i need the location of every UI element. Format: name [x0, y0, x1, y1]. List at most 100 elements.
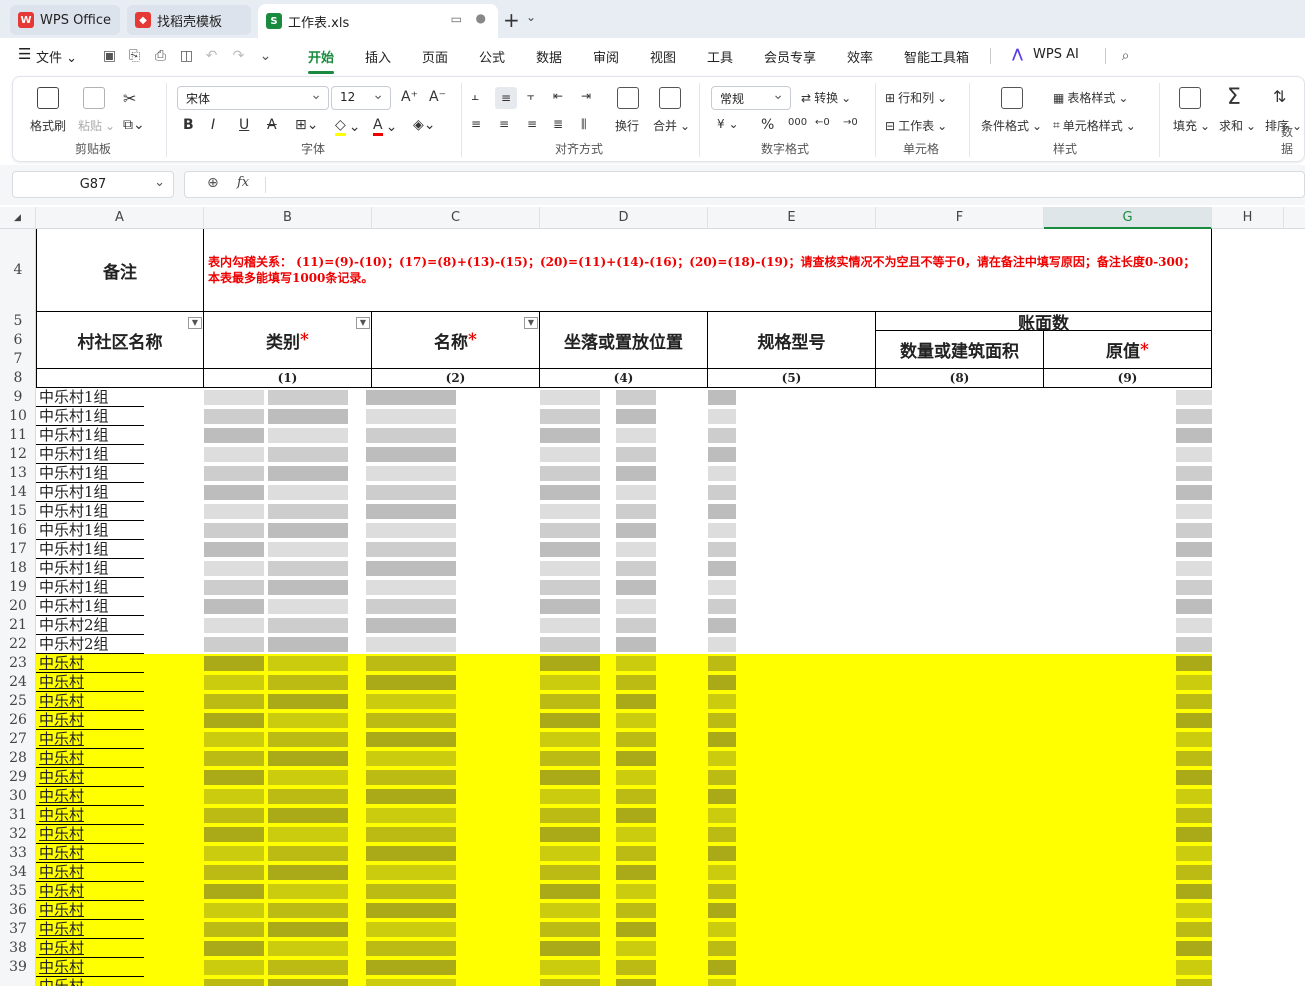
village-cell[interactable]: 中乐村 — [36, 692, 144, 711]
row-header-20[interactable]: 20 — [0, 597, 36, 616]
align-center-icon[interactable]: ≡ — [499, 117, 509, 131]
format-painter-icon[interactable] — [37, 87, 59, 109]
print-icon[interactable]: ⎙ — [152, 47, 169, 64]
tab-docer[interactable]: ◆ 找稻壳模板 — [127, 5, 251, 35]
name-box[interactable]: G87 ⌄ — [12, 171, 174, 198]
fill-button[interactable]: 填充 ⌄ — [1173, 117, 1210, 134]
row-header-39[interactable]: 39 — [0, 958, 36, 977]
village-cell[interactable]: 中乐村 — [36, 825, 144, 844]
menu-efficiency[interactable]: 效率 — [847, 47, 873, 66]
row-header-30[interactable]: 30 — [0, 787, 36, 806]
tab-wps-office[interactable]: W WPS Office — [10, 5, 120, 35]
menu-wps-ai[interactable]: WPS AI — [1033, 47, 1079, 62]
village-cell[interactable]: 中乐村1组 — [36, 521, 144, 540]
menu-view[interactable]: 视图 — [650, 47, 676, 66]
rowcol-button[interactable]: ⊞ 行和列 ⌄ — [885, 89, 947, 106]
table-row[interactable]: 中乐村1组 — [36, 521, 1212, 540]
sum-button[interactable]: 求和 ⌄ — [1219, 117, 1256, 134]
menu-tools[interactable]: 工具 — [707, 47, 733, 66]
row-header-34[interactable]: 34 — [0, 863, 36, 882]
row-header-24[interactable]: 24 — [0, 673, 36, 692]
table-row[interactable]: 中乐村1组 — [36, 502, 1212, 521]
village-cell[interactable]: 中乐村 — [36, 730, 144, 749]
table-row[interactable]: 中乐村1组 — [36, 559, 1212, 578]
table-row[interactable]: 中乐村1组 — [36, 483, 1212, 502]
table-row[interactable]: 中乐村 — [36, 939, 1212, 958]
percent-icon[interactable]: % — [761, 117, 774, 133]
table-row[interactable]: 中乐村1组 — [36, 388, 1212, 407]
menu-review[interactable]: 审阅 — [593, 47, 619, 66]
row-header-7[interactable]: 7 — [0, 350, 36, 369]
header-book[interactable]: 账面数 — [876, 312, 1212, 334]
clear-format-icon[interactable]: ◈⌄ — [413, 117, 436, 133]
tab-worksheet[interactable]: S 工作表.xls ▭ ● — [258, 4, 498, 38]
village-cell[interactable]: 中乐村 — [36, 787, 144, 806]
copy-icon[interactable]: ⧉⌄ — [123, 117, 145, 133]
menu-page[interactable]: 页面 — [422, 47, 448, 66]
village-cell[interactable]: 中乐村1组 — [36, 483, 144, 502]
village-cell[interactable]: 中乐村1组 — [36, 559, 144, 578]
decimal-increase-icon[interactable]: ←0 — [815, 117, 830, 128]
row-header-25[interactable]: 25 — [0, 692, 36, 711]
table-row[interactable]: 中乐村 — [36, 825, 1212, 844]
fill-icon[interactable] — [1179, 87, 1201, 109]
village-cell[interactable]: 中乐村1组 — [36, 578, 144, 597]
village-cell[interactable]: 中乐村 — [36, 806, 144, 825]
filter-dropdown-icon[interactable]: ▼ — [356, 317, 370, 329]
table-row[interactable]: 中乐村1组 — [36, 407, 1212, 426]
village-cell[interactable]: 中乐村1组 — [36, 502, 144, 521]
number-format-select[interactable]: 常规 — [711, 86, 791, 110]
decimal-decrease-icon[interactable]: →0 — [843, 117, 858, 128]
col-header-a[interactable]: A — [36, 207, 204, 229]
table-row[interactable]: 中乐村2组 — [36, 616, 1212, 635]
select-all-corner[interactable]: ◢ — [0, 207, 36, 229]
header-name[interactable]: 名称 * — [372, 312, 540, 369]
menu-smart-toolbox[interactable]: 智能工具箱 — [904, 47, 969, 66]
align-bottom-icon[interactable]: ⫟ — [527, 89, 534, 104]
index-cell[interactable]: (2) — [372, 369, 540, 388]
font-shrink-icon[interactable]: A⁻ — [429, 89, 446, 105]
col-header-b[interactable]: B — [204, 207, 372, 229]
header-spec[interactable]: 规格型号 — [708, 312, 876, 369]
format-painter-button[interactable]: 格式刷 — [30, 117, 66, 134]
indent-increase-icon[interactable]: ⇥ — [581, 89, 591, 103]
font-grow-icon[interactable]: A⁺ — [401, 89, 418, 105]
village-cell[interactable]: 中乐村 — [36, 920, 144, 939]
row-header-19[interactable]: 19 — [0, 578, 36, 597]
row-header-28[interactable]: 28 — [0, 749, 36, 768]
indent-decrease-icon[interactable]: ⇤ — [553, 89, 563, 103]
distributed-icon[interactable]: ⫼ — [581, 117, 587, 132]
table-row[interactable]: 中乐村 — [36, 787, 1212, 806]
font-color-icon[interactable]: A ⌄ — [373, 117, 397, 136]
table-row[interactable]: 中乐村 — [36, 844, 1212, 863]
print-preview-icon[interactable]: ◫ — [178, 47, 195, 64]
row-header-11[interactable]: 11 — [0, 426, 36, 445]
font-size-select[interactable]: 12 — [331, 86, 391, 110]
row-header-26[interactable]: 26 — [0, 711, 36, 730]
row-header-22[interactable]: 22 — [0, 635, 36, 654]
row-header-8[interactable]: 8 — [0, 369, 36, 388]
village-cell[interactable]: 中乐村 — [36, 844, 144, 863]
filter-dropdown-icon[interactable]: ▼ — [188, 317, 202, 329]
village-cell[interactable]: 中乐村1组 — [36, 407, 144, 426]
index-cell[interactable]: (4) — [540, 369, 708, 388]
save-icon[interactable]: ▣ — [101, 47, 118, 64]
convert-button[interactable]: ⇄ 转换 ⌄ — [801, 89, 851, 106]
table-style-button[interactable]: ▦ 表格样式 ⌄ — [1053, 89, 1128, 106]
header-category[interactable]: 类别 * — [204, 312, 372, 369]
village-cell[interactable]: 中乐村1组 — [36, 597, 144, 616]
village-cell[interactable]: 中乐村 — [36, 673, 144, 692]
table-row[interactable]: 中乐村1组 — [36, 578, 1212, 597]
italic-icon[interactable]: I — [211, 117, 215, 133]
table-row[interactable]: 中乐村 — [36, 730, 1212, 749]
table-row[interactable]: 中乐村 — [36, 749, 1212, 768]
table-row[interactable]: 中乐村 — [36, 977, 1212, 986]
table-row[interactable]: 中乐村2组 — [36, 635, 1212, 654]
row-header-14[interactable]: 14 — [0, 483, 36, 502]
row-header-35[interactable]: 35 — [0, 882, 36, 901]
fill-color-icon[interactable]: ◇ ⌄ — [335, 117, 361, 136]
sheet-button[interactable]: ⊟ 工作表 ⌄ — [885, 117, 947, 134]
menu-insert[interactable]: 插入 — [365, 47, 391, 66]
currency-icon[interactable]: ¥ ⌄ — [717, 117, 739, 131]
align-left-icon[interactable]: ≡ — [471, 117, 481, 131]
